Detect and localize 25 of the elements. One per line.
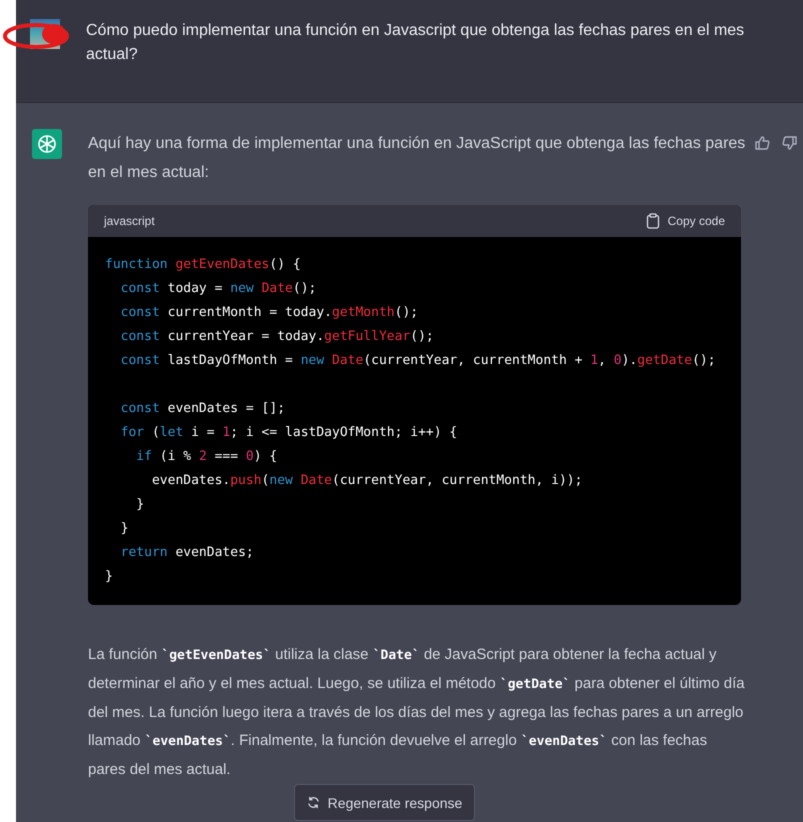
code-line: const today = new Date();: [120, 280, 318, 298]
code-line: function getEvenDates() {: [105, 256, 302, 274]
thumbs-down-icon[interactable]: [782, 135, 798, 151]
code-language-label: javascript: [104, 214, 155, 228]
code-line: }: [135, 496, 146, 514]
code-line: }: [105, 568, 114, 586]
code-line: for (let i = 1; i <= lastDayOfMonth; i++) {: [120, 424, 458, 442]
user-message-text: Cómo puedo implementar una función en Javascript que obtenga las fechas pares en el mes actual?: [86, 21, 746, 65]
code-line: if (i % 2 === 0) {: [135, 448, 278, 466]
clipboard-icon: [646, 213, 660, 229]
refresh-icon: [306, 796, 320, 809]
code-line: const currentYear = today.getFullYear();: [120, 328, 435, 346]
code-line: const currentMonth = today.getMonth();: [120, 304, 420, 322]
code-line: evenDates.push(new Date(currentYear, currentMonth, i));: [150, 472, 584, 490]
scribble-annotation: [2, 20, 72, 52]
code-line: const lastDayOfMonth = new Date(currentYear, currentMonth + 1, 0).getDate();: [120, 352, 717, 370]
assistant-logo-icon: [32, 129, 62, 159]
assistant-intro-text: Aquí hay una forma de implementar una función en JavaScript que obtenga las fechas pares en el mes actual:: [88, 134, 746, 183]
regenerate-response-button[interactable]: Regenerate response: [294, 784, 476, 821]
thumbs-up-icon[interactable]: [754, 135, 770, 151]
code-line: const evenDates = [];: [120, 400, 286, 418]
code-line: return evenDates;: [120, 544, 255, 562]
copy-code-button[interactable]: Copy code: [646, 213, 725, 229]
explanation-paragraph: La función `getEvenDates` utiliza la clase `Date` de JavaScript para obtener la fecha actual y determinar el año y el mes actual. Luego, se utiliza el método `getDate` para obtener el último día del mes. La función luego itera a través de los días del mes y agrega las fechas pares a un arreglo llamado `evenDates`. Finalmente, la función devuelve el arreglo `evenDates` con las fechas pares del mes actual.: [88, 645, 746, 780]
code-line: }: [120, 520, 130, 538]
